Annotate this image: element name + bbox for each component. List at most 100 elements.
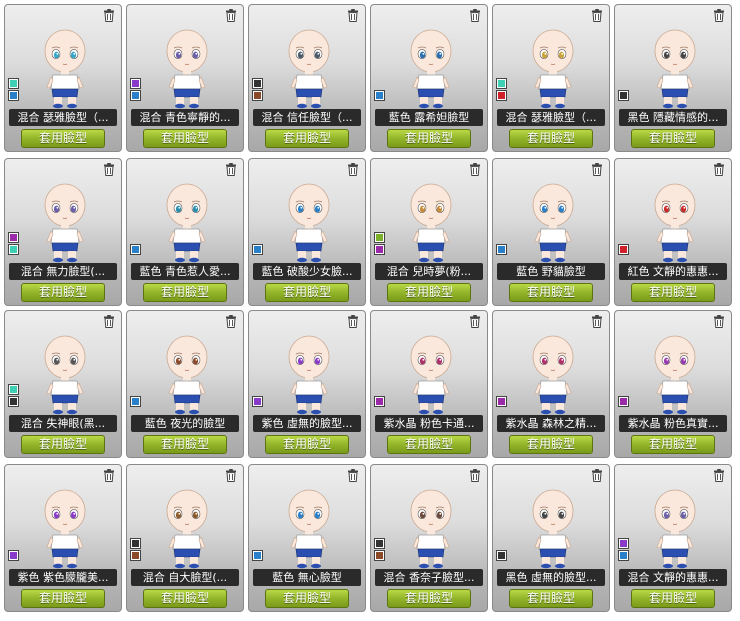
- color-swatch: [8, 232, 19, 243]
- face-name: 混合 香奈子臉型...: [375, 569, 483, 586]
- face-card[interactable]: 混合 香奈子臉型... 套用臉型: [370, 464, 488, 612]
- face-card[interactable]: 藍色 露希妲臉型 套用臉型: [370, 4, 488, 152]
- face-card[interactable]: 混合 無力臉型(... 套用臉型: [4, 158, 122, 306]
- face-card[interactable]: 紫色 紫色朦朧美... 套用臉型: [4, 464, 122, 612]
- apply-face-button[interactable]: 套用臉型: [631, 435, 715, 454]
- trash-icon[interactable]: [225, 163, 237, 176]
- apply-face-button[interactable]: 套用臉型: [387, 283, 471, 302]
- face-name: 混合 信任臉型（...: [253, 109, 361, 126]
- face-card[interactable]: 紅色 文靜的惠惠... 套用臉型: [614, 158, 732, 306]
- trash-icon[interactable]: [469, 469, 481, 482]
- face-card[interactable]: 混合 兒時夢(粉... 套用臉型: [370, 158, 488, 306]
- face-card[interactable]: 黑色 虛無的臉型... 套用臉型: [492, 464, 610, 612]
- color-swatch: [496, 550, 507, 561]
- apply-face-button[interactable]: 套用臉型: [631, 283, 715, 302]
- face-card[interactable]: 混合 文靜的惠惠... 套用臉型: [614, 464, 732, 612]
- apply-face-button[interactable]: 套用臉型: [21, 435, 105, 454]
- apply-face-button[interactable]: 套用臉型: [143, 283, 227, 302]
- apply-face-button[interactable]: 套用臉型: [387, 589, 471, 608]
- apply-face-button[interactable]: 套用臉型: [265, 129, 349, 148]
- face-card[interactable]: 藍色 青色惹人愛... 套用臉型: [126, 158, 244, 306]
- face-card[interactable]: 混合 瑟雅臉型（... 套用臉型: [4, 4, 122, 152]
- apply-face-button[interactable]: 套用臉型: [143, 435, 227, 454]
- apply-face-button[interactable]: 套用臉型: [509, 435, 593, 454]
- apply-face-button[interactable]: 套用臉型: [143, 129, 227, 148]
- avatar: [288, 335, 330, 415]
- face-card[interactable]: 藍色 破酸少女臉... 套用臉型: [248, 158, 366, 306]
- color-swatch: [8, 384, 19, 395]
- color-swatch: [8, 90, 19, 101]
- face-card[interactable]: 紫水晶 粉色真實... 套用臉型: [614, 310, 732, 458]
- face-name: 混合 無力臉型(...: [9, 263, 117, 280]
- color-swatch: [130, 244, 141, 255]
- apply-face-button[interactable]: 套用臉型: [265, 435, 349, 454]
- avatar: [410, 335, 452, 415]
- trash-icon[interactable]: [713, 315, 725, 328]
- trash-icon[interactable]: [347, 9, 359, 22]
- trash-icon[interactable]: [591, 469, 603, 482]
- trash-icon[interactable]: [469, 9, 481, 22]
- face-card[interactable]: 紫水晶 粉色卡通... 套用臉型: [370, 310, 488, 458]
- apply-face-button[interactable]: 套用臉型: [631, 589, 715, 608]
- apply-face-button[interactable]: 套用臉型: [509, 129, 593, 148]
- color-swatch: [496, 90, 507, 101]
- trash-icon[interactable]: [469, 163, 481, 176]
- trash-icon[interactable]: [591, 315, 603, 328]
- apply-face-button[interactable]: 套用臉型: [21, 589, 105, 608]
- face-card[interactable]: 混合 信任臉型（... 套用臉型: [248, 4, 366, 152]
- face-name: 混合 瑟雅臉型（...: [497, 109, 605, 126]
- color-swatch: [618, 396, 629, 407]
- face-name: 黑色 虛無的臉型...: [497, 569, 605, 586]
- avatar: [288, 183, 330, 263]
- face-name: 藍色 無心臉型: [253, 569, 361, 586]
- apply-face-button[interactable]: 套用臉型: [387, 435, 471, 454]
- color-swatch: [374, 232, 385, 243]
- avatar: [44, 489, 86, 569]
- color-swatch: [130, 78, 141, 89]
- trash-icon[interactable]: [225, 9, 237, 22]
- apply-face-button[interactable]: 套用臉型: [21, 283, 105, 302]
- trash-icon[interactable]: [225, 315, 237, 328]
- apply-face-button[interactable]: 套用臉型: [143, 589, 227, 608]
- avatar: [44, 29, 86, 109]
- face-card[interactable]: 混合 失神眼(黑... 套用臉型: [4, 310, 122, 458]
- avatar: [166, 183, 208, 263]
- trash-icon[interactable]: [713, 9, 725, 22]
- apply-face-button[interactable]: 套用臉型: [509, 283, 593, 302]
- apply-face-button[interactable]: 套用臉型: [21, 129, 105, 148]
- apply-face-button[interactable]: 套用臉型: [265, 589, 349, 608]
- face-name: 混合 青色寧靜的...: [131, 109, 239, 126]
- face-card[interactable]: 紫水晶 森林之精... 套用臉型: [492, 310, 610, 458]
- trash-icon[interactable]: [591, 9, 603, 22]
- apply-face-button[interactable]: 套用臉型: [509, 589, 593, 608]
- face-card[interactable]: 混合 青色寧靜的... 套用臉型: [126, 4, 244, 152]
- face-card[interactable]: 黑色 隱藏情感的... 套用臉型: [614, 4, 732, 152]
- face-card[interactable]: 藍色 夜光的臉型 套用臉型: [126, 310, 244, 458]
- color-swatch: [618, 550, 629, 561]
- trash-icon[interactable]: [347, 315, 359, 328]
- trash-icon[interactable]: [103, 9, 115, 22]
- trash-icon[interactable]: [103, 469, 115, 482]
- color-swatch: [496, 78, 507, 89]
- face-card[interactable]: 紫色 虛無的臉型... 套用臉型: [248, 310, 366, 458]
- trash-icon[interactable]: [347, 469, 359, 482]
- trash-icon[interactable]: [469, 315, 481, 328]
- face-card[interactable]: 混合 自大臉型(... 套用臉型: [126, 464, 244, 612]
- trash-icon[interactable]: [713, 163, 725, 176]
- trash-icon[interactable]: [103, 163, 115, 176]
- apply-face-button[interactable]: 套用臉型: [265, 283, 349, 302]
- avatar: [288, 29, 330, 109]
- trash-icon[interactable]: [591, 163, 603, 176]
- trash-icon[interactable]: [347, 163, 359, 176]
- face-card[interactable]: 藍色 野貓臉型 套用臉型: [492, 158, 610, 306]
- color-swatch: [374, 550, 385, 561]
- apply-face-button[interactable]: 套用臉型: [387, 129, 471, 148]
- trash-icon[interactable]: [103, 315, 115, 328]
- face-name: 紫水晶 粉色卡通...: [375, 415, 483, 432]
- trash-icon[interactable]: [225, 469, 237, 482]
- avatar: [166, 335, 208, 415]
- face-card[interactable]: 藍色 無心臉型 套用臉型: [248, 464, 366, 612]
- apply-face-button[interactable]: 套用臉型: [631, 129, 715, 148]
- face-card[interactable]: 混合 瑟雅臉型（... 套用臉型: [492, 4, 610, 152]
- trash-icon[interactable]: [713, 469, 725, 482]
